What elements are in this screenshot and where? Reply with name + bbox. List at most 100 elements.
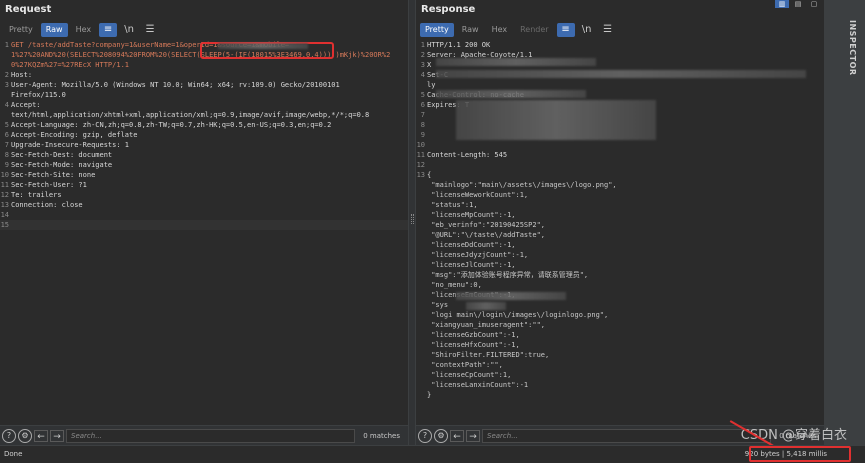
newline-icon[interactable]: \n — [120, 23, 138, 37]
line-text: "@URL":"\/taste\/addTaste", — [427, 231, 546, 239]
line-number: 10 — [416, 141, 425, 149]
code-line: 10 Sec-Fetch-Site: none — [0, 170, 408, 180]
response-tab-raw[interactable]: Raw — [457, 23, 484, 37]
line-text: "licenseLanxinCount":-1 — [427, 381, 529, 389]
request-tab-hex[interactable]: Hex — [71, 23, 97, 37]
code-line: 0%27KQZm%27=%27REcX HTTP/1.1 — [0, 60, 408, 70]
line-text: text/html,application/xhtml+xml,applicat… — [11, 111, 370, 119]
line-number: 7 — [420, 111, 425, 119]
request-tab-pretty[interactable]: Pretty — [4, 23, 38, 37]
code-line: "licenseJdyzjCount":-1, — [416, 250, 824, 260]
code-line: "licenseJlCount":-1, — [416, 260, 824, 270]
line-text: "licenseHfxCount":-1, — [427, 341, 520, 349]
line-number: 13 — [416, 171, 425, 179]
line-number: 9 — [420, 131, 425, 139]
wrap-lines-icon[interactable]: ≡ — [99, 23, 118, 37]
split-vertical-icon[interactable]: ▤ — [791, 0, 805, 8]
line-number: 1 — [420, 41, 425, 49]
code-line: 1 HTTP/1.1 200 OK — [416, 40, 824, 50]
code-line: "logi main\/login\/images\/loginlogo.png… — [416, 310, 824, 320]
line-text: Sec-Fetch-Mode: navigate — [11, 161, 113, 169]
line-text: "licenseCpCount":1, — [427, 371, 512, 379]
request-pane: Request Pretty Raw Hex ≡ \n ☰ 1 GET /tast… — [0, 0, 408, 445]
line-text: "licenseWeworkCount":1, — [427, 191, 529, 199]
settings-gear-icon[interactable]: ⚙ — [18, 428, 32, 443]
line-text: Accept-Encoding: gzip, deflate — [11, 131, 138, 139]
line-text: "licenseJdyzjCount":-1, — [427, 251, 529, 259]
code-line: "licenseWeworkCount":1, — [416, 190, 824, 200]
code-line: "eb_verinfo":"20190425SP2", — [416, 220, 824, 230]
menu-icon[interactable]: ☰ — [141, 23, 159, 37]
inspector-panel[interactable]: INSPECTOR — [824, 0, 865, 445]
response-title: Response — [421, 4, 476, 15]
help-icon[interactable]: ? — [418, 428, 432, 443]
code-line: "status":1, — [416, 200, 824, 210]
prev-arrow-icon[interactable]: ← — [34, 429, 48, 442]
prev-arrow-icon[interactable]: ← — [450, 429, 464, 442]
line-number: 13 — [0, 201, 9, 209]
code-line: Firefox/115.0 — [0, 90, 408, 100]
single-pane-icon[interactable]: ▢ — [807, 0, 821, 8]
line-number: 8 — [4, 151, 9, 159]
response-pane: Response Pretty Raw Hex Render ≡ \n ☰ 1H… — [416, 0, 824, 445]
code-line: "no_menu":0, — [416, 280, 824, 290]
line-text: Accept-Language: zh-CN,zh;q=0.8,zh-TW;q=… — [11, 121, 332, 129]
line-number: 3 — [420, 61, 425, 69]
line-number: 11 — [416, 151, 425, 159]
line-text: "eb_verinfo":"20190425SP2", — [427, 221, 546, 229]
line-text: "licenseGzbCount":-1, — [427, 331, 520, 339]
line-text: "licenseJlCount":-1, — [427, 261, 516, 269]
line-number: 8 — [420, 121, 425, 129]
request-search-input[interactable]: Search... — [66, 428, 356, 443]
code-line: 14 — [0, 210, 408, 220]
layout-switcher: ▥ ▤ ▢ — [775, 0, 821, 8]
code-line: 11 Sec-Fetch-User: ?1 — [0, 180, 408, 190]
line-number: 4 — [420, 71, 425, 79]
timing-highlight — [749, 446, 851, 462]
line-text: Accept: — [11, 101, 41, 109]
code-line: 8 Sec-Fetch-Dest: document — [0, 150, 408, 160]
redacted-region — [466, 302, 506, 310]
line-text: 0%27KQZm%27=%27REcX HTTP/1.1 — [11, 61, 130, 69]
line-text: "logi main\/login\/images\/loginlogo.png… — [427, 311, 609, 319]
settings-gear-icon[interactable]: ⚙ — [434, 428, 448, 443]
line-number: 1 — [4, 41, 9, 49]
line-number: 12 — [0, 191, 9, 199]
line-number: 12 — [416, 161, 425, 169]
line-number: 2 — [420, 51, 425, 59]
code-line: "ShiroFilter.FILTERED":true, — [416, 350, 824, 360]
line-text: "mainlogo":"main\/assets\/images\/logo.p… — [427, 181, 617, 189]
line-text: "no_menu":0, — [427, 281, 482, 289]
wrap-lines-icon[interactable]: ≡ — [556, 23, 575, 37]
line-number: 6 — [420, 101, 425, 109]
line-text: "sys — [427, 301, 449, 309]
line-number: 7 — [4, 141, 9, 149]
newline-icon[interactable]: \n — [578, 23, 596, 37]
redacted-region — [456, 292, 566, 300]
line-text: HTTP/1.1 200 OK — [427, 41, 491, 49]
split-horizontal-icon[interactable]: ▥ — [775, 0, 789, 8]
line-number: 5 — [4, 121, 9, 129]
line-number: 6 — [4, 131, 9, 139]
redacted-region — [436, 90, 586, 98]
request-match-count: 0 matches — [363, 431, 400, 440]
next-arrow-icon[interactable]: → — [50, 429, 64, 442]
divider-grip-icon[interactable] — [411, 214, 414, 224]
request-editor[interactable]: 1 GET /taste/addTaste?company=1&userName=… — [0, 40, 408, 423]
code-line: "mainlogo":"main\/assets\/images\/logo.p… — [416, 180, 824, 190]
request-tab-raw[interactable]: Raw — [40, 23, 68, 37]
response-tab-hex[interactable]: Hex — [487, 23, 513, 37]
code-line: 4 Accept: — [0, 100, 408, 110]
response-search-input[interactable]: Search... — [482, 428, 772, 443]
line-text: Connection: close — [11, 201, 83, 209]
response-tab-render[interactable]: Render — [515, 23, 553, 37]
line-number: 15 — [0, 221, 9, 229]
status-bar: Done 920 bytes | 5,418 millis — [0, 445, 865, 463]
pane-divider[interactable] — [408, 0, 416, 445]
response-tab-pretty[interactable]: Pretty — [420, 23, 454, 37]
line-text: Sec-Fetch-Site: none — [11, 171, 96, 179]
next-arrow-icon[interactable]: → — [466, 429, 480, 442]
help-icon[interactable]: ? — [2, 428, 16, 443]
code-line: 12 Te: trailers — [0, 190, 408, 200]
menu-icon[interactable]: ☰ — [599, 23, 617, 37]
